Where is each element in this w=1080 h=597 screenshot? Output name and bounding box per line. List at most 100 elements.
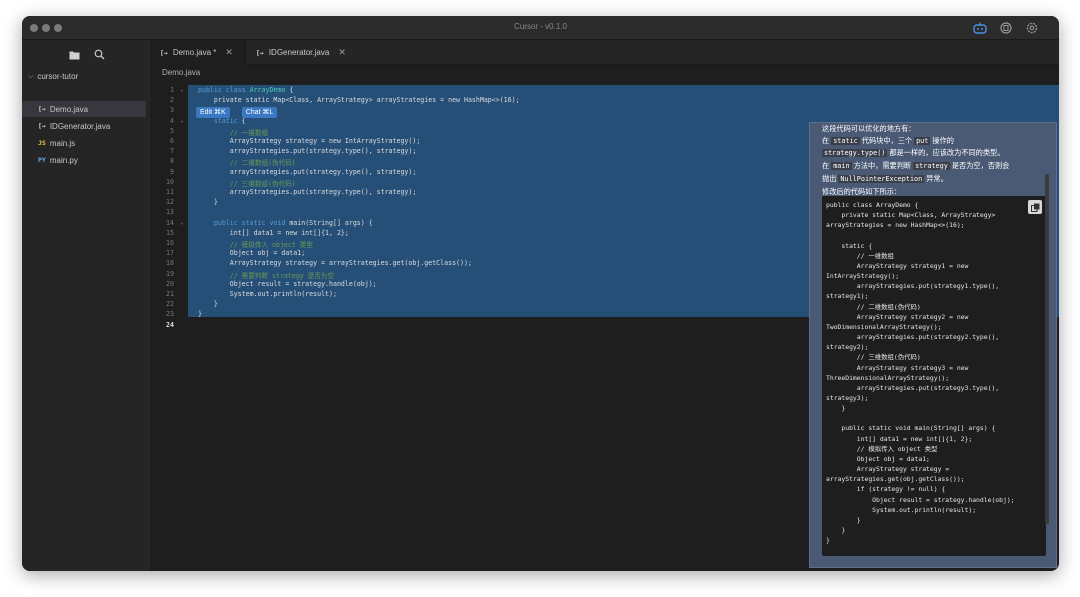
js-file-icon: JS [38,139,46,147]
code-text: // 需要判断 strategy 是否为空 [198,271,335,280]
line-number: 20 [166,279,174,288]
code-text: arrayStrategies.put(strategy.type(), str… [198,188,417,196]
chat-panel: 这段代码可以优化的地方有： 在 static 代码块中，三个 put 操作的 s… [809,122,1057,568]
line-number: 6 [170,137,174,145]
python-file-icon: PY [38,156,46,164]
tree-item-idgenerator-java[interactable]: [→ IDGenerator.java [22,118,146,134]
selection-actions: Edit ⌘K Chat ⌘L [196,107,278,118]
code-text: arrayStrategies.put(strategy.type(), str… [198,167,417,176]
line-number: 19 [166,269,174,278]
code-line[interactable]: 3 [152,106,1059,116]
window-title: Cursor - v0.1.0 [514,22,567,31]
line-number: 11 [166,188,174,196]
line-number: 1 [170,86,174,94]
inline-code: put [914,136,931,145]
edit-button[interactable]: Edit ⌘K [196,107,230,118]
code-text: ArrayStrategy strategy = arrayStrategies… [198,259,472,268]
inline-code: main [831,162,852,171]
code-text: int[] data1 = new int[]{1, 2}; [198,228,349,237]
tab-demo-java[interactable]: [→ Demo.java * ✕ [152,40,246,65]
code-text: Object obj = data1; [198,249,306,258]
line-number: 9 [170,167,174,176]
scrollbar[interactable] [1045,174,1049,524]
gear-icon[interactable] [1024,20,1040,36]
copy-button[interactable] [1028,200,1042,214]
inline-code: strategy [913,162,950,171]
inline-code: NullPointerException [838,174,925,183]
close-icon[interactable]: ✕ [225,47,233,58]
tab-label: IDGenerator.java [268,48,330,57]
line-number: 17 [166,249,174,258]
code-text: private static Map<Class, ArrayStrategy>… [198,96,520,105]
code-text: } [198,310,202,319]
chat-text-span: 操作的 [932,135,954,145]
chat-paragraph: strategy.type() 都是一样的，应该改为不同的类型。 [822,147,1052,160]
chat-paragraph: 抛出 NullPointerException 异常。 [822,173,1052,186]
line-number: 18 [166,259,174,268]
chat-text-span: 抛出 [822,173,837,183]
breadcrumb: Demo.java [162,68,201,77]
inline-code: strategy.type() [822,149,888,158]
fold-chevron-icon[interactable]: ⌄ [180,117,184,124]
line-number: 13 [166,208,174,217]
java-file-icon: [→ [160,48,168,57]
folder-icon[interactable] [69,47,81,60]
code-text: ArrayStrategy strategy = new IntArrayStr… [198,137,421,145]
file-name: main.js [49,138,76,148]
fold-chevron-icon[interactable]: ⌄ [180,86,184,93]
notebook-icon[interactable] [998,20,1014,36]
chat-text-span: 在 [822,135,830,145]
code-text: public static void main(String[] args) { [198,218,373,227]
line-number: 5 [170,126,174,135]
line-number: 8 [170,157,174,166]
chat-intro: 这段代码可以优化的地方有： [822,124,916,133]
chat-text-span: 异常。 [926,173,948,183]
java-file-icon: [→ [38,105,46,113]
tab-label: Demo.java * [172,48,217,57]
tree-item-main-js[interactable]: JS main.js [22,135,146,151]
line-number: 3 [170,106,174,115]
editor-tabs: [→ Demo.java * ✕ [→ IDGenerator.java ✕ [152,40,1059,65]
inline-code: static [831,136,860,145]
chat-text-span: 方法中，需要判断 [853,161,912,171]
file-name: main.py [49,155,78,165]
file-name: IDGenerator.java [49,121,111,131]
line-number: 7 [170,147,174,156]
title-bar: Cursor - v0.1.0 [22,16,1059,40]
tree-item-demo-java[interactable]: [→ Demo.java [22,101,146,117]
tree-item-main-py[interactable]: PY main.py [22,152,146,168]
code-text: System.out.println(result); [198,290,337,298]
code-text: // 一维数组 [198,128,269,137]
code-text: // 模拟传入 object 类型 [198,241,313,249]
copy-icon [1030,203,1039,212]
line-number: 2 [170,96,174,105]
code-text: // 三维数组(伪代码) [198,179,296,188]
line-number: 10 [166,177,174,186]
line-number: 22 [166,300,174,309]
search-icon[interactable] [94,47,106,60]
close-icon[interactable]: ✕ [338,47,346,58]
chat-text-span: 是否为空，否则会 [951,161,1010,171]
java-file-icon: [→ [256,48,264,57]
code-line[interactable]: 2 private static Map<Class, ArrayStrateg… [152,96,1059,106]
line-number: 12 [166,198,174,207]
app-window: Cursor - v0.1.0 ⌵ cursor-tutor [→ Demo.j… [22,16,1059,571]
bot-icon[interactable] [972,20,988,36]
folder-name: cursor-tutor [37,72,79,81]
chat-paragraph: 在 static 代码块中，三个 put 操作的 [822,135,1052,148]
code-text: public class ArrayDemo { [198,86,294,94]
fold-chevron-icon[interactable]: ⌄ [180,219,184,226]
code-text: arrayStrategies.put(strategy.type(), str… [198,147,417,156]
code-line[interactable]: 1 ⌄ public class ArrayDemo { [152,86,1059,96]
tab-idgenerator-java[interactable]: [→ IDGenerator.java ✕ [248,40,354,65]
line-number: 21 [166,290,174,298]
chat-text-span: 在 [822,161,830,171]
line-number: 4 [170,116,174,125]
chat-text-span: 都是一样的，应该改为不同的类型。 [889,148,1005,158]
tree-root-folder[interactable]: ⌵ cursor-tutor [28,72,78,81]
line-number: 23 [166,310,174,319]
chat-paragraph: 在 main 方法中，需要判断 strategy 是否为空，否则会 [822,160,1052,173]
code-text: // 二维数组(伪代码) [198,159,296,168]
chat-response: 这段代码可以优化的地方有： 在 static 代码块中，三个 put 操作的 s… [822,123,1052,197]
chat-button[interactable]: Chat ⌘L [241,107,278,118]
